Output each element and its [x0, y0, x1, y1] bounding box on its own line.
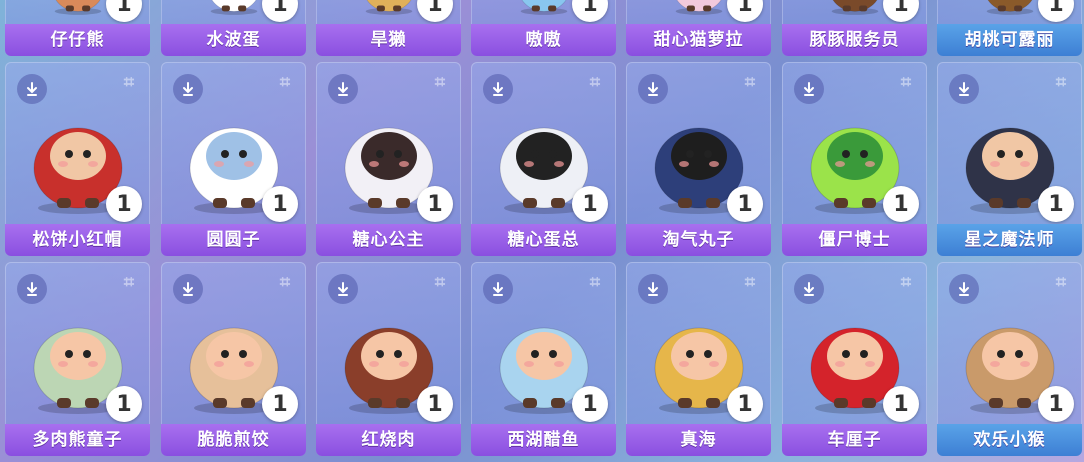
character-name: 旱獭 — [316, 24, 461, 56]
character-name: 糖心公主 — [316, 224, 461, 256]
character-name: 糖心蛋总 — [471, 224, 616, 256]
download-icon[interactable] — [949, 74, 979, 104]
item-count-badge: 1 — [417, 186, 453, 222]
item-count-badge: 1 — [1038, 186, 1074, 222]
watermark-icon: ⌗ — [279, 272, 290, 293]
watermark-icon: ⌗ — [123, 272, 134, 293]
item-count-badge: 1 — [572, 186, 608, 222]
item-count-badge: 1 — [106, 186, 142, 222]
download-icon[interactable] — [17, 74, 47, 104]
download-icon[interactable] — [328, 74, 358, 104]
download-icon[interactable] — [173, 274, 203, 304]
collection-card[interactable]: ⌗ 1 糖心公主 — [316, 62, 461, 256]
watermark-icon: ⌗ — [1055, 72, 1066, 93]
collection-card[interactable]: 1 甜心猫萝拉 — [626, 0, 771, 56]
character-name: 星之魔法师 — [937, 224, 1082, 256]
character-name: 真海 — [626, 424, 771, 456]
collection-card[interactable]: ⌗ 1 脆脆煎饺 — [161, 262, 306, 456]
character-name: 淘气丸子 — [626, 224, 771, 256]
watermark-icon: ⌗ — [123, 72, 134, 93]
collection-card[interactable]: ⌗ 1 淘气丸子 — [626, 62, 771, 256]
character-name: 甜心猫萝拉 — [626, 24, 771, 56]
download-icon[interactable] — [949, 274, 979, 304]
collection-card[interactable]: 1 旱獭 — [316, 0, 461, 56]
watermark-icon: ⌗ — [1055, 272, 1066, 293]
download-icon[interactable] — [794, 274, 824, 304]
download-icon[interactable] — [794, 74, 824, 104]
collection-card[interactable]: ⌗ 1 多肉熊童子 — [5, 262, 150, 456]
collection-card[interactable]: 1 豚豚服务员 — [782, 0, 927, 56]
download-icon[interactable] — [638, 74, 668, 104]
character-name: 圆圆子 — [161, 224, 306, 256]
item-count-badge: 1 — [417, 386, 453, 422]
watermark-icon: ⌗ — [434, 272, 445, 293]
download-icon[interactable] — [483, 274, 513, 304]
character-name: 脆脆煎饺 — [161, 424, 306, 456]
collection-card[interactable]: ⌗ 1 车厘子 — [782, 262, 927, 456]
download-icon[interactable] — [17, 274, 47, 304]
character-name: 嗷嗷 — [471, 24, 616, 56]
download-icon[interactable] — [328, 274, 358, 304]
collection-card[interactable]: ⌗ 1 西湖醋鱼 — [471, 262, 616, 456]
item-count-badge: 1 — [262, 386, 298, 422]
watermark-icon: ⌗ — [279, 72, 290, 93]
collection-card[interactable]: 1 水波蛋 — [161, 0, 306, 56]
item-count-badge: 1 — [1038, 386, 1074, 422]
watermark-icon: ⌗ — [434, 72, 445, 93]
character-name: 胡桃可露丽 — [937, 24, 1082, 56]
item-count-badge: 1 — [727, 186, 763, 222]
collection-card[interactable]: 1 仔仔熊 — [5, 0, 150, 56]
download-icon[interactable] — [173, 74, 203, 104]
watermark-icon: ⌗ — [744, 72, 755, 93]
character-name: 豚豚服务员 — [782, 24, 927, 56]
character-name: 水波蛋 — [161, 24, 306, 56]
character-name: 欢乐小猴 — [937, 424, 1082, 456]
collection-card[interactable]: ⌗ 1 欢乐小猴 — [937, 262, 1082, 456]
download-icon[interactable] — [483, 74, 513, 104]
item-count-badge: 1 — [727, 386, 763, 422]
collection-card[interactable]: ⌗ 1 糖心蛋总 — [471, 62, 616, 256]
watermark-icon: ⌗ — [589, 272, 600, 293]
watermark-icon: ⌗ — [744, 272, 755, 293]
watermark-icon: ⌗ — [900, 72, 911, 93]
collection-card[interactable]: ⌗ 1 僵尸博士 — [782, 62, 927, 256]
item-count-badge: 1 — [883, 386, 919, 422]
collection-card[interactable]: ⌗ 1 圆圆子 — [161, 62, 306, 256]
character-name: 仔仔熊 — [5, 24, 150, 56]
character-name: 僵尸博士 — [782, 224, 927, 256]
character-name: 车厘子 — [782, 424, 927, 456]
collection-grid: 1 仔仔熊 1 水波蛋 1 旱獭 1 嗷嗷 1 甜心猫萝拉 1 豚豚服务员 1 胡桃可露丽 ⌗ 1 松饼小红帽 ⌗… — [0, 0, 1084, 462]
item-count-badge: 1 — [262, 186, 298, 222]
character-name: 多肉熊童子 — [5, 424, 150, 456]
item-count-badge: 1 — [883, 186, 919, 222]
character-name: 松饼小红帽 — [5, 224, 150, 256]
collection-card[interactable]: ⌗ 1 星之魔法师 — [937, 62, 1082, 256]
collection-card[interactable]: 1 嗷嗷 — [471, 0, 616, 56]
item-count-badge: 1 — [106, 386, 142, 422]
collection-card[interactable]: ⌗ 1 红烧肉 — [316, 262, 461, 456]
collection-card[interactable]: 1 胡桃可露丽 — [937, 0, 1082, 56]
watermark-icon: ⌗ — [900, 272, 911, 293]
character-name: 红烧肉 — [316, 424, 461, 456]
collection-card[interactable]: ⌗ 1 松饼小红帽 — [5, 62, 150, 256]
character-name: 西湖醋鱼 — [471, 424, 616, 456]
item-count-badge: 1 — [572, 386, 608, 422]
watermark-icon: ⌗ — [589, 72, 600, 93]
collection-card[interactable]: ⌗ 1 真海 — [626, 262, 771, 456]
download-icon[interactable] — [638, 274, 668, 304]
